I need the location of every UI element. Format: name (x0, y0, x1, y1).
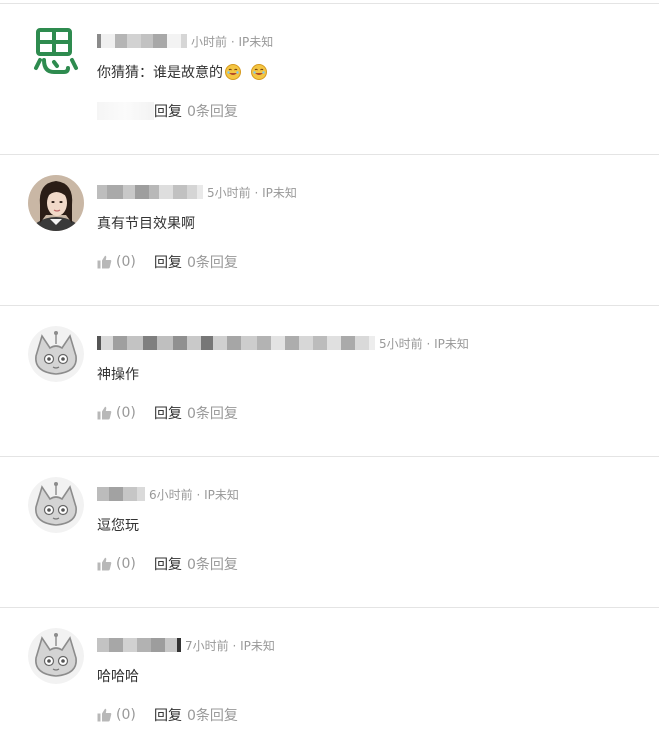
reply-count-link[interactable]: 0条回复 (187, 554, 238, 574)
username-blurred[interactable] (97, 335, 375, 351)
default-cat-avatar-icon[interactable] (28, 628, 84, 684)
thumbs-up-icon (97, 406, 112, 420)
comment-item: 5小时前 · IP未知 真有节目效果啊 (0) 回复 0条回复 (0, 155, 659, 306)
default-cat-avatar-icon[interactable] (28, 477, 84, 533)
like-button[interactable]: (0) (97, 707, 154, 723)
comment-body: 哈哈哈 (97, 669, 139, 685)
comment-meta: 5小时前 · IP未知 (97, 183, 297, 201)
comment-meta: 5小时前 · IP未知 (97, 334, 469, 352)
comment-text: 真有节目效果啊 (97, 213, 195, 233)
user-avatar[interactable] (28, 175, 84, 231)
comment-actions: (0) 回复 0条回复 (97, 403, 238, 423)
like-button[interactable]: (0) (97, 254, 154, 270)
comment-actions: (0) 回复 0条回复 (97, 252, 238, 272)
username-blurred[interactable] (97, 33, 187, 49)
comment-meta: 小时前 · IP未知 (97, 32, 273, 50)
time-ip-label: 5小时前 · IP未知 (379, 336, 469, 351)
reply-button[interactable]: 回复 (154, 705, 182, 725)
comment-body: 你猜猜：谁是故意的 (97, 65, 223, 81)
comment-meta: 7小时前 · IP未知 (97, 636, 275, 654)
comment-text: 神操作 (97, 364, 139, 384)
reply-button[interactable]: 回复 (154, 101, 182, 121)
laughing-emoji-icon (251, 64, 267, 80)
comment-body: 神操作 (97, 367, 139, 383)
comment-meta: 6小时前 · IP未知 (97, 485, 239, 503)
reply-count-link[interactable]: 0条回复 (187, 101, 238, 121)
reply-count-link[interactable]: 0条回复 (187, 403, 238, 423)
time-ip-label: 6小时前 · IP未知 (149, 487, 239, 502)
time-ip-label: 5小时前 · IP未知 (207, 185, 297, 200)
comment-text: 你猜猜：谁是故意的 (97, 62, 267, 82)
comment-item: 7小时前 · IP未知 哈哈哈 (0) 回复 0条回复 (0, 608, 659, 746)
comment-body: 真有节目效果啊 (97, 216, 195, 232)
reply-button[interactable]: 回复 (154, 554, 182, 574)
reply-count-link[interactable]: 0条回复 (187, 705, 238, 725)
comment-actions: (0) 回复 0条回复 (97, 554, 238, 574)
comment-text: 哈哈哈 (97, 666, 139, 686)
like-count: (0) (116, 254, 136, 270)
si-character-icon[interactable] (28, 24, 84, 80)
username-blurred[interactable] (97, 637, 181, 653)
like-count: (0) (116, 556, 136, 572)
comment-actions: 回复 0条回复 (97, 101, 238, 121)
thumbs-up-icon (97, 557, 112, 571)
comment-text: 逗您玩 (97, 515, 139, 535)
comment-item: 小时前 · IP未知 你猜猜：谁是故意的 回复 0条回复 (0, 4, 659, 155)
comment-list: 小时前 · IP未知 你猜猜：谁是故意的 回复 0条回复 5小时前 · IP未知… (0, 0, 659, 746)
comment-body: 逗您玩 (97, 518, 139, 534)
thumbs-up-icon (97, 255, 112, 269)
like-count: (0) (116, 405, 136, 421)
like-count: (0) (116, 707, 136, 723)
like-button-blurred[interactable] (97, 102, 154, 120)
time-ip-label: 小时前 · IP未知 (191, 34, 274, 49)
reply-button[interactable]: 回复 (154, 403, 182, 423)
comment-item: 5小时前 · IP未知 神操作 (0) 回复 0条回复 (0, 306, 659, 457)
reply-button[interactable]: 回复 (154, 252, 182, 272)
like-button[interactable]: (0) (97, 405, 154, 421)
like-button[interactable]: (0) (97, 556, 154, 572)
thumbs-up-icon (97, 708, 112, 722)
username-blurred[interactable] (97, 486, 145, 502)
laughing-emoji-icon (225, 64, 241, 80)
time-ip-label: 7小时前 · IP未知 (185, 638, 275, 653)
comment-actions: (0) 回复 0条回复 (97, 705, 238, 725)
username-blurred[interactable] (97, 184, 203, 200)
default-cat-avatar-icon[interactable] (28, 326, 84, 382)
reply-count-link[interactable]: 0条回复 (187, 252, 238, 272)
comment-item: 6小时前 · IP未知 逗您玩 (0) 回复 0条回复 (0, 457, 659, 608)
